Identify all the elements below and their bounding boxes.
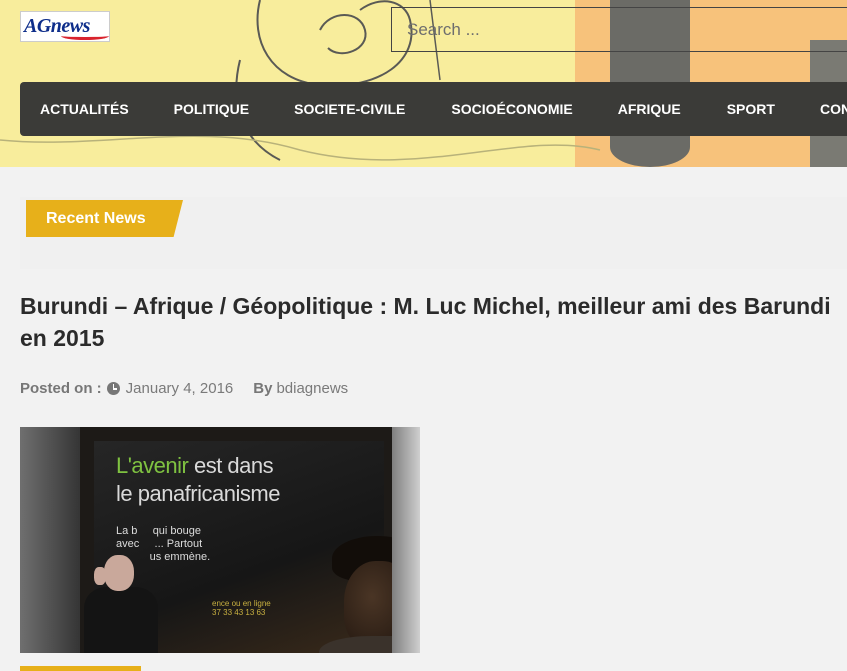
nav-item-contact[interactable]: CON	[820, 82, 847, 136]
nav-item-societe-civile[interactable]: SOCIETE-CIVILE	[294, 82, 405, 136]
man-thumbs-up	[94, 567, 106, 585]
poster-headline-1: L'avenir est dans	[116, 453, 274, 479]
posted-on-label: Posted on :	[20, 380, 102, 397]
post-title[interactable]: Burundi – Afrique / Géopolitique : M. Lu…	[20, 290, 840, 354]
search-input[interactable]	[391, 7, 847, 52]
nav-item-sport[interactable]: SPORT	[727, 82, 775, 136]
main-nav: ACTUALITÉS POLITIQUE SOCIETE-CIVILE SOCI…	[20, 82, 847, 136]
clock-icon	[106, 382, 120, 395]
nav-item-actualites[interactable]: ACTUALITÉS	[40, 82, 129, 136]
nav-item-socioeconomie[interactable]: SOCIOÉCONOMIE	[451, 82, 572, 136]
post-meta: Posted on : January 4, 2016 By bdiagnews	[20, 380, 348, 397]
poster-headline-1a: L'avenir	[116, 453, 189, 478]
image-wall-left	[20, 427, 80, 653]
man-body	[84, 587, 158, 653]
post-date[interactable]: January 4, 2016	[126, 380, 234, 397]
logo-swoosh	[61, 32, 109, 40]
poster-headline-1b: est dans	[188, 453, 274, 478]
post-author[interactable]: bdiagnews	[276, 380, 348, 397]
by-label: By	[253, 380, 273, 397]
featured-image[interactable]: L'avenir est dans le panafricanisme La b…	[20, 427, 420, 653]
recent-news-label: Recent News	[26, 200, 183, 237]
nav-item-afrique[interactable]: AFRIQUE	[618, 82, 681, 136]
site-logo[interactable]: AGnews	[20, 11, 110, 42]
nav-item-politique[interactable]: POLITIQUE	[174, 82, 249, 136]
man-head	[104, 555, 134, 591]
image-man-figure	[84, 555, 158, 653]
poster-headline-2: le panafricanisme	[116, 481, 280, 506]
image-wall-right	[392, 427, 420, 653]
poster-contact: ence ou en ligne 37 33 43 13 63	[212, 599, 271, 617]
read-more-bar[interactable]	[20, 666, 141, 671]
